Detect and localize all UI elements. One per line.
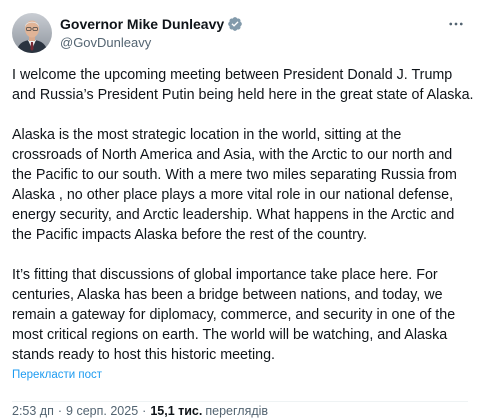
tweet-paragraph: I welcome the upcoming meeting between P…: [12, 67, 474, 103]
verified-badge-icon[interactable]: [227, 16, 243, 32]
post-date[interactable]: 9 серп. 2025: [66, 404, 138, 418]
divider: [12, 401, 468, 402]
meta-separator: ·: [142, 404, 147, 418]
avatar[interactable]: [12, 13, 52, 53]
more-options-icon[interactable]: [446, 14, 466, 34]
views-label: переглядів: [205, 404, 269, 418]
tweet-paragraph: It’s fitting that discussions of global …: [12, 267, 456, 363]
avatar-photo-icon: [12, 13, 52, 53]
author-names: Governor Mike Dunleavy @GovDunleavy: [60, 11, 468, 52]
author-handle[interactable]: @GovDunleavy: [60, 34, 468, 52]
tweet-meta: 2:53 дп · 9 серп. 2025 · 15,1 тис. переглядів: [12, 402, 468, 420]
post-time[interactable]: 2:53 дп: [12, 404, 54, 418]
author-display-name[interactable]: Governor Mike Dunleavy: [60, 16, 224, 32]
tweet-card: Governor Mike Dunleavy @GovDunleavy I we…: [0, 0, 480, 418]
tweet-paragraph: Alaska is the most strategic location in…: [12, 127, 457, 243]
views-count[interactable]: 15,1 тис.: [150, 404, 202, 418]
name-row: Governor Mike Dunleavy: [60, 15, 468, 33]
meta-separator: ·: [57, 404, 63, 418]
tweet-text: I welcome the upcoming meeting between P…: [12, 65, 474, 365]
tweet-header: Governor Mike Dunleavy @GovDunleavy: [12, 11, 468, 55]
translate-post-link[interactable]: Перекласти пост: [12, 367, 102, 383]
